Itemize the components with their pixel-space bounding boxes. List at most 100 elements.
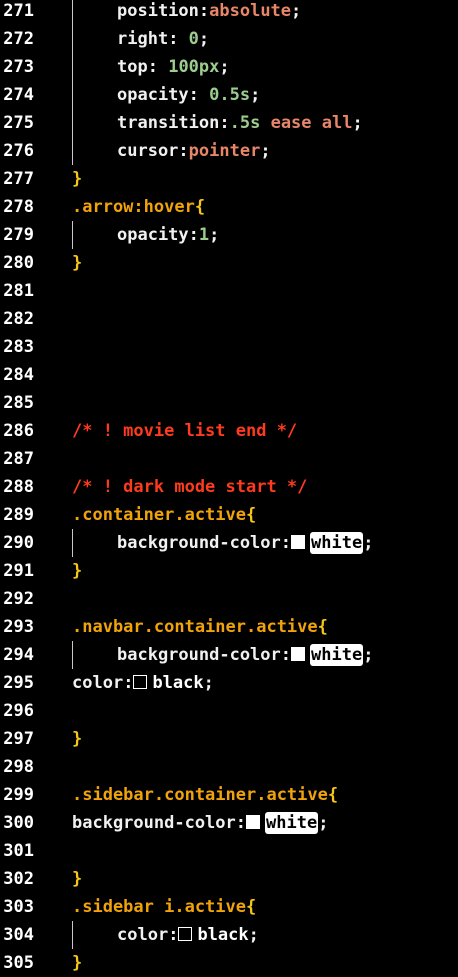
code-token: ;	[219, 57, 230, 77]
code-token: :	[168, 29, 189, 49]
line-number: 299	[3, 785, 34, 805]
code-line[interactable]: 278 .arrow:hover{	[0, 193, 458, 221]
line-number: 291	[3, 561, 34, 581]
line-number: 302	[3, 869, 34, 889]
code-line[interactable]: 286 /* ! movie list end */	[0, 417, 458, 445]
code-line[interactable]: 290 background-color: white;	[0, 529, 458, 557]
code-token: 1	[198, 225, 210, 245]
code-line[interactable]: 271 position:absolute;	[0, 0, 458, 25]
code-line[interactable]: 289 .container.active{	[0, 501, 458, 529]
code-line[interactable]: 304 color: black;	[0, 921, 458, 949]
code-line[interactable]: 303 .sidebar i.active{	[0, 893, 458, 921]
code-line[interactable]: 302}	[0, 865, 458, 893]
code-text: position:absolute;	[117, 0, 301, 25]
code-line[interactable]: 297}	[0, 725, 458, 753]
code-line[interactable]: 305}	[0, 949, 458, 977]
code-token: .navbar.container.active	[72, 617, 318, 637]
code-token: /* ! movie list end */	[72, 421, 298, 441]
code-token: {	[246, 505, 257, 525]
code-token: :	[188, 85, 210, 105]
code-line[interactable]: 283	[0, 333, 458, 361]
code-token: :	[168, 925, 179, 945]
code-line[interactable]: 287	[0, 445, 458, 473]
line-number: 288	[3, 477, 34, 497]
code-token: :	[198, 1, 210, 21]
code-token: ;	[203, 673, 214, 693]
line-number: 281	[3, 281, 34, 301]
code-line[interactable]: 296	[0, 697, 458, 725]
code-token: position	[117, 1, 199, 21]
code-line[interactable]: 285	[0, 389, 458, 417]
code-text: opacity: 0.5s;	[117, 81, 260, 109]
code-line[interactable]: 292	[0, 585, 458, 613]
code-text: right: 0;	[117, 25, 209, 53]
code-token: :	[219, 113, 230, 133]
code-line[interactable]: 281	[0, 277, 458, 305]
color-swatch-icon[interactable]	[291, 647, 306, 661]
code-line[interactable]: 275 transition:.5s ease all;	[0, 109, 458, 137]
code-text: /* ! movie list end */	[72, 417, 297, 445]
code-text: /* ! dark mode start */	[72, 473, 307, 501]
code-line[interactable]: 291}	[0, 557, 458, 585]
code-text: .sidebar.container.active{	[72, 781, 338, 809]
code-line[interactable]: 276 cursor:pointer;	[0, 137, 458, 165]
code-token: :	[188, 225, 199, 245]
indent-guide	[72, 53, 73, 81]
code-line[interactable]: 280}	[0, 249, 458, 277]
code-token: right	[117, 29, 169, 49]
code-token: ;	[291, 1, 302, 21]
code-line[interactable]: 284	[0, 361, 458, 389]
line-number: 293	[3, 617, 34, 637]
code-line[interactable]: 301	[0, 837, 458, 865]
line-number: 272	[3, 29, 34, 49]
code-text: }	[72, 865, 82, 893]
indent-guide	[72, 529, 73, 557]
code-line[interactable]: 288 /* ! dark mode start */	[0, 473, 458, 501]
code-line[interactable]: 274 opacity: 0.5s;	[0, 81, 458, 109]
color-value-highlight: white	[310, 532, 364, 554]
code-line[interactable]: 277}	[0, 165, 458, 193]
code-line[interactable]: 295 color: black;	[0, 669, 458, 697]
color-swatch-icon[interactable]	[291, 535, 306, 549]
code-line[interactable]: 294 background-color: white;	[0, 641, 458, 669]
code-line[interactable]: 272 right: 0;	[0, 25, 458, 53]
line-number: 271	[3, 1, 34, 21]
code-line[interactable]: 282	[0, 305, 458, 333]
code-line[interactable]: 300 background-color: white;	[0, 809, 458, 837]
code-token: {	[317, 617, 328, 637]
code-line[interactable]: 299 .sidebar.container.active{	[0, 781, 458, 809]
code-token: }	[72, 253, 83, 273]
line-number: 301	[3, 841, 34, 861]
code-text: .sidebar i.active{	[72, 893, 256, 921]
line-number: 305	[3, 953, 34, 973]
code-text: }	[72, 249, 82, 277]
code-text: }	[72, 725, 82, 753]
code-token: black	[197, 925, 249, 945]
indent-guide	[72, 921, 73, 949]
indent-guide	[72, 25, 73, 53]
code-token: 100px	[168, 57, 220, 77]
code-token: .arrow:hover	[72, 197, 195, 217]
code-line[interactable]: 273 top: 100px;	[0, 53, 458, 81]
code-token: :	[280, 645, 292, 665]
code-editor[interactable]: 271 position:absolute; 272 right: 0; 273 top:…	[0, 0, 458, 977]
code-token: :	[147, 57, 169, 77]
code-text: .navbar.container.active{	[72, 613, 328, 641]
code-line[interactable]: 298	[0, 753, 458, 781]
line-number: 279	[3, 225, 34, 245]
color-swatch-icon[interactable]	[133, 675, 148, 689]
color-value-highlight: white	[265, 812, 319, 834]
color-swatch-icon[interactable]	[246, 815, 261, 829]
code-line[interactable]: 279 opacity:1;	[0, 221, 458, 249]
line-number: 289	[3, 505, 34, 525]
code-line[interactable]: 293 .navbar.container.active{	[0, 613, 458, 641]
indent-guide	[72, 221, 73, 249]
code-token: pointer	[188, 141, 261, 161]
color-swatch-icon[interactable]	[178, 927, 193, 941]
code-token: }	[72, 169, 83, 189]
code-text: .container.active{	[72, 501, 256, 529]
line-number: 273	[3, 57, 34, 77]
line-number: 274	[3, 85, 34, 105]
line-number: 298	[3, 757, 34, 777]
code-token: background-color	[72, 813, 236, 833]
